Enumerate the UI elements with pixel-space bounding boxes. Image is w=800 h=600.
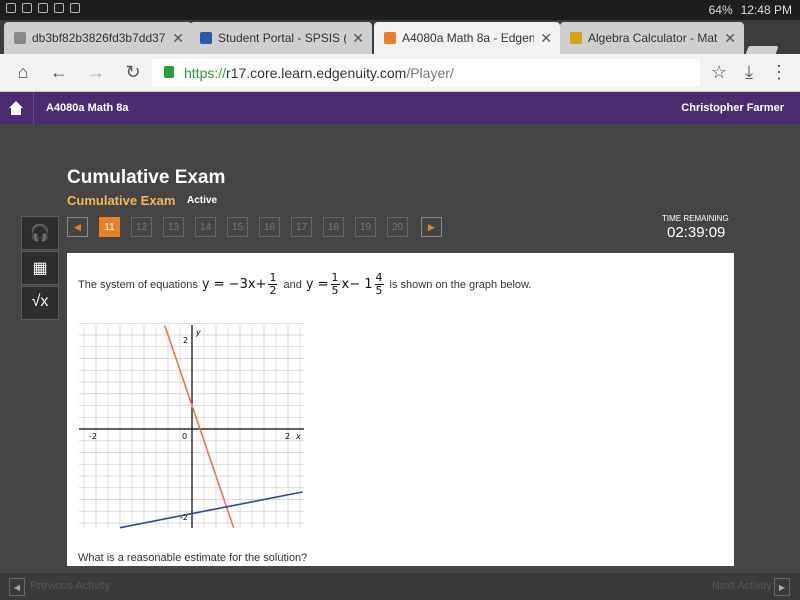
fraction-denominator: 5 bbox=[375, 284, 383, 297]
app-header: A4080a Math 8a Christopher Farmer bbox=[0, 92, 800, 124]
close-tab-icon[interactable]: ✕ bbox=[352, 30, 364, 47]
question-intro: The system of equations bbox=[78, 278, 198, 291]
close-tab-icon[interactable]: ✕ bbox=[540, 30, 552, 47]
address-bar[interactable]: https://r17.core.learn.edgenuity.com/Pla… bbox=[152, 59, 700, 87]
browser-tab-4[interactable]: Algebra Calculator - MathPa ✕ bbox=[560, 22, 744, 54]
url-path: /Player/ bbox=[406, 65, 454, 81]
tab-favicon bbox=[570, 32, 582, 44]
question-nav-12[interactable]: 12 bbox=[131, 217, 152, 237]
back-icon[interactable]: ← bbox=[48, 62, 70, 83]
equation-1: y = −3x+ 1 2 bbox=[202, 272, 280, 297]
download-icon[interactable]: ⤓ bbox=[738, 62, 760, 83]
previous-activity-button[interactable]: ◀ bbox=[9, 578, 25, 596]
x-axis-label: x bbox=[295, 432, 301, 441]
course-title[interactable]: A4080a Math 8a bbox=[46, 102, 129, 114]
equation-2-lhs: y = bbox=[305, 277, 329, 292]
tab-bar: db3bf82b3826fd3b7dd375 ✕ Student Portal … bbox=[0, 20, 800, 66]
notification-icon bbox=[6, 3, 16, 13]
question-text: The system of equations y = −3x+ 1 2 and… bbox=[78, 272, 531, 297]
notification-icon bbox=[70, 3, 80, 13]
calculator-icon: ▦ bbox=[32, 260, 48, 277]
status-badge: Active bbox=[187, 195, 218, 206]
tick-label-x-min: -2 bbox=[89, 432, 97, 441]
tab-favicon bbox=[384, 32, 396, 44]
exam-subtitle: Cumulative Exam bbox=[67, 193, 176, 208]
previous-activity-label[interactable]: Previous Activity bbox=[30, 580, 110, 592]
tab-favicon bbox=[200, 32, 212, 44]
tab-title: db3bf82b3826fd3b7dd375 bbox=[32, 31, 166, 45]
browser-toolbar: ⌂ ← → ↻ https://r17.core.learn.edgenuity… bbox=[0, 54, 800, 92]
question-nav-20[interactable]: 20 bbox=[387, 217, 408, 237]
notification-icon bbox=[54, 3, 64, 13]
url-host: r17.core.learn.edgenuity.com bbox=[226, 65, 407, 81]
question-nav-14[interactable]: 14 bbox=[195, 217, 216, 237]
line-equation-1 bbox=[164, 325, 235, 528]
user-name[interactable]: Christopher Farmer bbox=[681, 102, 784, 114]
fraction: 4 5 bbox=[374, 272, 384, 297]
bookmark-star-icon[interactable]: ☆ bbox=[708, 62, 730, 83]
calculator-button[interactable]: ▦ bbox=[21, 251, 59, 285]
tab-title: Student Portal - SPSIS (minu bbox=[218, 31, 346, 45]
prev-question-button[interactable]: ◀ bbox=[67, 217, 88, 237]
reload-icon[interactable]: ↻ bbox=[122, 62, 144, 83]
lock-icon bbox=[164, 66, 174, 78]
equation-2-mid: x− 1 bbox=[341, 277, 373, 292]
fraction: 1 5 bbox=[330, 272, 340, 297]
tab-title: Algebra Calculator - MathPa bbox=[588, 31, 718, 45]
fraction-denominator: 2 bbox=[269, 284, 277, 297]
time-remaining: 02:39:09 bbox=[667, 224, 726, 241]
forward-icon[interactable]: → bbox=[85, 62, 107, 83]
divider bbox=[33, 92, 34, 124]
question-panel: The system of equations y = −3x+ 1 2 and… bbox=[67, 253, 734, 566]
browser-tab-1[interactable]: db3bf82b3826fd3b7dd375 ✕ bbox=[4, 22, 192, 54]
time-remaining-label: TIME REMAINING bbox=[662, 214, 729, 223]
url-scheme: https:// bbox=[184, 65, 227, 81]
conjunction: and bbox=[283, 278, 302, 291]
next-activity-button[interactable]: ▶ bbox=[774, 578, 790, 596]
close-tab-icon[interactable]: ✕ bbox=[724, 30, 736, 47]
formula-button[interactable]: √x bbox=[21, 286, 59, 320]
square-root-icon: √x bbox=[31, 293, 49, 310]
status-bar: 64% 12:48 PM bbox=[0, 0, 800, 20]
question-nav-13[interactable]: 13 bbox=[163, 217, 184, 237]
tick-label-y-max: 2 bbox=[183, 336, 188, 345]
tab-title: A4080a Math 8a - Edgenuity bbox=[402, 31, 534, 45]
notification-icons bbox=[6, 3, 80, 13]
fraction-denominator: 5 bbox=[331, 284, 339, 297]
audio-button[interactable]: 🎧 bbox=[21, 216, 59, 250]
battery-level: 64% bbox=[708, 3, 733, 17]
question-nav-15[interactable]: 15 bbox=[227, 217, 248, 237]
clock: 12:48 PM bbox=[740, 3, 792, 17]
activity-footer: ◀ Previous Activity Next Activity ▶ bbox=[0, 573, 800, 600]
question-prompt: What is a reasonable estimate for the so… bbox=[78, 552, 308, 564]
y-axis-label: y bbox=[195, 328, 201, 337]
question-nav-16[interactable]: 16 bbox=[259, 217, 280, 237]
question-nav-17[interactable]: 17 bbox=[291, 217, 312, 237]
equation-2: y = 1 5 x− 1 4 5 bbox=[306, 272, 386, 297]
next-activity-label[interactable]: Next Activity bbox=[712, 580, 772, 592]
notification-icon bbox=[22, 3, 32, 13]
question-nav-18[interactable]: 18 bbox=[323, 217, 344, 237]
tab-favicon bbox=[14, 32, 26, 44]
browser-tab-3[interactable]: A4080a Math 8a - Edgenuity ✕ bbox=[374, 22, 560, 54]
question-nav-11[interactable]: 11 bbox=[99, 217, 120, 237]
tick-label-x-max: 2 bbox=[285, 432, 290, 441]
fraction: 1 2 bbox=[268, 272, 278, 297]
line-equation-2 bbox=[119, 491, 303, 529]
home-icon[interactable]: ⌂ bbox=[12, 62, 34, 83]
coordinate-graph: x y -2 0 2 2 -2 bbox=[79, 323, 304, 529]
question-outro: is shown on the graph below. bbox=[389, 278, 532, 291]
headphones-icon: 🎧 bbox=[30, 225, 50, 242]
equation-1-lhs: y = −3x+ bbox=[201, 277, 267, 292]
browser-tab-2[interactable]: Student Portal - SPSIS (minu ✕ bbox=[190, 22, 372, 54]
question-nav-19[interactable]: 19 bbox=[355, 217, 376, 237]
close-tab-icon[interactable]: ✕ bbox=[172, 30, 184, 47]
tick-label-origin: 0 bbox=[182, 432, 187, 441]
notification-icon bbox=[38, 3, 48, 13]
menu-icon[interactable]: ⋮ bbox=[768, 62, 790, 83]
home-icon[interactable] bbox=[8, 100, 24, 116]
next-question-button[interactable]: ▶ bbox=[421, 217, 442, 237]
page-title: Cumulative Exam bbox=[67, 167, 226, 188]
